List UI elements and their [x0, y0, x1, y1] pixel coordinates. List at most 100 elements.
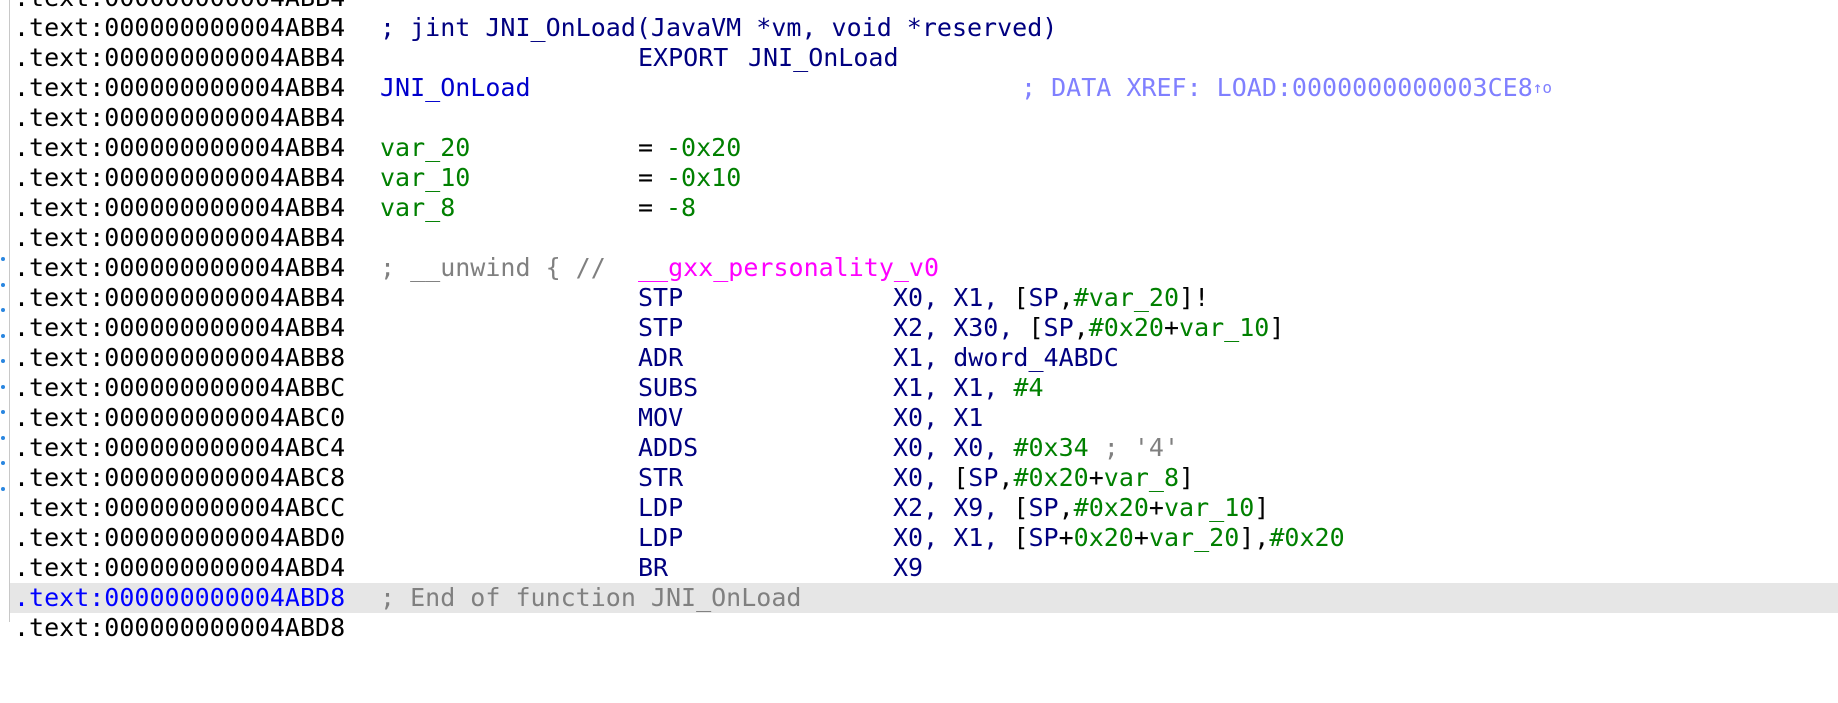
stack-var-eq: =	[638, 163, 654, 192]
breakpoint-marker[interactable]	[1, 308, 5, 312]
stack-var-line[interactable]: .text:000000000004ABB4 var_10 = -0x10	[14, 163, 1838, 193]
instruction-mnemonic[interactable]: SUBS	[638, 373, 698, 403]
breakpoint-marker[interactable]	[1, 257, 5, 261]
operand-token: ,	[998, 463, 1014, 492]
instruction-operands[interactable]: X0, X1, [SP+0x20+var_20],#0x20	[893, 523, 1345, 553]
operand-token: #0x20	[1269, 523, 1345, 552]
instruction-operands[interactable]: X1, X1, #4	[893, 373, 1044, 403]
line-address: .text:000000000004ABD8	[14, 613, 346, 642]
disassembly-listing[interactable]: .text:000000000004ABB4 .text:00000000000…	[10, 0, 1838, 643]
breakpoint-marker[interactable]	[1, 283, 5, 287]
instruction-operands[interactable]: X0, X0, #0x34 ; '4'	[893, 433, 1179, 463]
stack-var-name[interactable]: var_10	[380, 163, 470, 193]
instruction-line[interactable]: .text:000000000004ABB8 ADR X1, dword_4ABDC	[14, 343, 1838, 373]
operand-token: var_8	[1103, 463, 1180, 492]
line-address: .text:000000000004ABB4	[14, 313, 346, 342]
instruction-mnemonic[interactable]: BR	[638, 553, 668, 583]
instruction-mnemonic[interactable]: ADR	[638, 343, 683, 373]
xref-arrow-icon: ↑o	[1532, 78, 1553, 97]
operand-token: X1, X1,	[893, 373, 1014, 402]
listing-line[interactable]: .text:000000000004ABB4 ; jint JNI_OnLoad…	[14, 13, 1838, 43]
breakpoint-marker[interactable]	[1, 334, 5, 338]
operand-token: X2, X9,	[893, 493, 1014, 522]
operand-token: X9	[893, 553, 924, 582]
unwind-line[interactable]: .text:000000000004ABB4 ; __unwind { // _…	[14, 253, 1838, 283]
listing-line[interactable]: .text:000000000004ABB4	[14, 103, 1838, 133]
instruction-line[interactable]: .text:000000000004ABC8 STR X0, [SP,#0x20+v…	[14, 463, 1838, 493]
instruction-mnemonic[interactable]: LDP	[638, 493, 683, 523]
operand-token: ]	[1269, 313, 1285, 342]
instruction-operands[interactable]: X0, X1, [SP,#var_20]!	[893, 283, 1209, 313]
line-address: .text:000000000004ABD4	[14, 553, 346, 582]
operand-token: var_20	[1148, 523, 1240, 552]
instruction-line[interactable]: .text:000000000004ABC0 MOV X0, X1	[14, 403, 1838, 433]
stack-var-eq: =	[638, 193, 654, 222]
stack-var-value: -0x10	[666, 163, 742, 192]
instruction-operands[interactable]: X1, dword_4ABDC	[893, 343, 1119, 373]
instruction-mnemonic[interactable]: STR	[638, 463, 683, 493]
operand-token: +	[1088, 463, 1104, 492]
instruction-mnemonic[interactable]: ADDS	[638, 433, 698, 463]
instruction-line[interactable]: .text:000000000004ABB4 STP X0, X1, [SP,#va…	[14, 283, 1838, 313]
end-of-function-line[interactable]: .text:000000000004ABD8 ; End of function…	[10, 583, 1838, 613]
listing-line[interactable]: .text:000000000004ABB4	[14, 223, 1838, 253]
instruction-operands[interactable]: X2, X30, [SP,#0x20+var_10]	[893, 313, 1284, 343]
export-name[interactable]: JNI_OnLoad	[748, 43, 899, 73]
breakpoint-marker[interactable]	[1, 436, 5, 440]
operand-token: +	[1058, 523, 1074, 552]
operand-token: var_10	[1179, 313, 1270, 342]
operand-token: 0x20	[1073, 523, 1134, 552]
operand-token: X1,	[893, 343, 954, 372]
stack-var-line[interactable]: .text:000000000004ABB4 var_20 = -0x20	[14, 133, 1838, 163]
export-directive: EXPORT	[638, 43, 729, 72]
instruction-mnemonic[interactable]: STP	[638, 313, 683, 343]
instruction-line[interactable]: .text:000000000004ABD0 LDP X0, X1, [SP+0x2…	[14, 523, 1838, 553]
breakpoint-marker[interactable]	[1, 385, 5, 389]
listing-line[interactable]: .text:000000000004ABB4	[14, 0, 1838, 13]
breakpoint-marker[interactable]	[1, 461, 5, 465]
line-address: .text:000000000004ABB4	[14, 223, 346, 252]
instruction-line[interactable]: .text:000000000004ABCC LDP X2, X9, [SP,#0x…	[14, 493, 1838, 523]
breakpoint-marker[interactable]	[1, 359, 5, 363]
operand-token: ]	[1179, 463, 1195, 492]
line-address: .text:000000000004ABB4	[14, 253, 346, 282]
operand-token: #	[1073, 283, 1089, 312]
line-address: .text:000000000004ABB4	[14, 193, 346, 222]
operand-token: X0, X0,	[893, 433, 1014, 462]
line-address: .text:000000000004ABB4	[14, 283, 346, 312]
operand-token: var_10	[1163, 493, 1255, 522]
listing-line[interactable]: .text:000000000004ABB4 EXPORT JNI_OnLoad	[14, 43, 1838, 73]
instruction-line[interactable]: .text:000000000004ABB4 STP X2, X30, [SP,#0…	[14, 313, 1838, 343]
stack-var-name[interactable]: var_20	[380, 133, 470, 163]
function-label[interactable]: JNI_OnLoad	[380, 73, 531, 103]
listing-line[interactable]: .text:000000000004ABB4 JNI_OnLoad ; DATA…	[14, 73, 1838, 103]
stack-var-line[interactable]: .text:000000000004ABB4 var_8 = -8	[14, 193, 1838, 223]
end-of-function-comment: ; End of function JNI_OnLoad	[380, 583, 802, 612]
operand-token: X0, X1,	[893, 283, 1014, 312]
line-address: .text:000000000004ABB4	[14, 133, 346, 162]
xref-comment[interactable]: ; DATA XREF: LOAD:0000000000003CE8↑o	[1021, 73, 1552, 103]
instruction-mnemonic[interactable]: LDP	[638, 523, 683, 553]
operand-token: ; '4'	[1088, 433, 1179, 462]
instruction-operands[interactable]: X0, X1	[893, 403, 983, 433]
operand-token: ,	[1058, 283, 1074, 312]
breakpoint-marker[interactable]	[1, 487, 5, 491]
line-address: .text:000000000004ABC8	[14, 463, 346, 492]
listing-line[interactable]: .text:000000000004ABD8	[14, 613, 1838, 643]
instruction-operands[interactable]: X0, [SP,#0x20+var_8]	[893, 463, 1194, 493]
instruction-line[interactable]: .text:000000000004ABBC SUBS X1, X1, #4	[14, 373, 1838, 403]
line-address: .text:000000000004ABD8	[14, 583, 346, 612]
operand-token: [	[953, 463, 969, 492]
instruction-line[interactable]: .text:000000000004ABC4 ADDS X0, X0, #0x34 …	[14, 433, 1838, 463]
instruction-line[interactable]: .text:000000000004ABD4 BR X9	[14, 553, 1838, 583]
instruction-mnemonic[interactable]: STP	[638, 283, 683, 313]
line-address: .text:000000000004ABC0	[14, 403, 346, 432]
breakpoint-marker[interactable]	[1, 410, 5, 414]
personality-routine[interactable]: __gxx_personality_v0	[638, 253, 939, 283]
operand-token: #0x20	[1088, 313, 1164, 342]
stack-var-name[interactable]: var_8	[380, 193, 455, 223]
instruction-operands[interactable]: X9	[893, 553, 923, 583]
instruction-mnemonic[interactable]: MOV	[638, 403, 683, 433]
instruction-operands[interactable]: X2, X9, [SP,#0x20+var_10]	[893, 493, 1269, 523]
line-address: .text:000000000004ABB4	[14, 0, 345, 13]
